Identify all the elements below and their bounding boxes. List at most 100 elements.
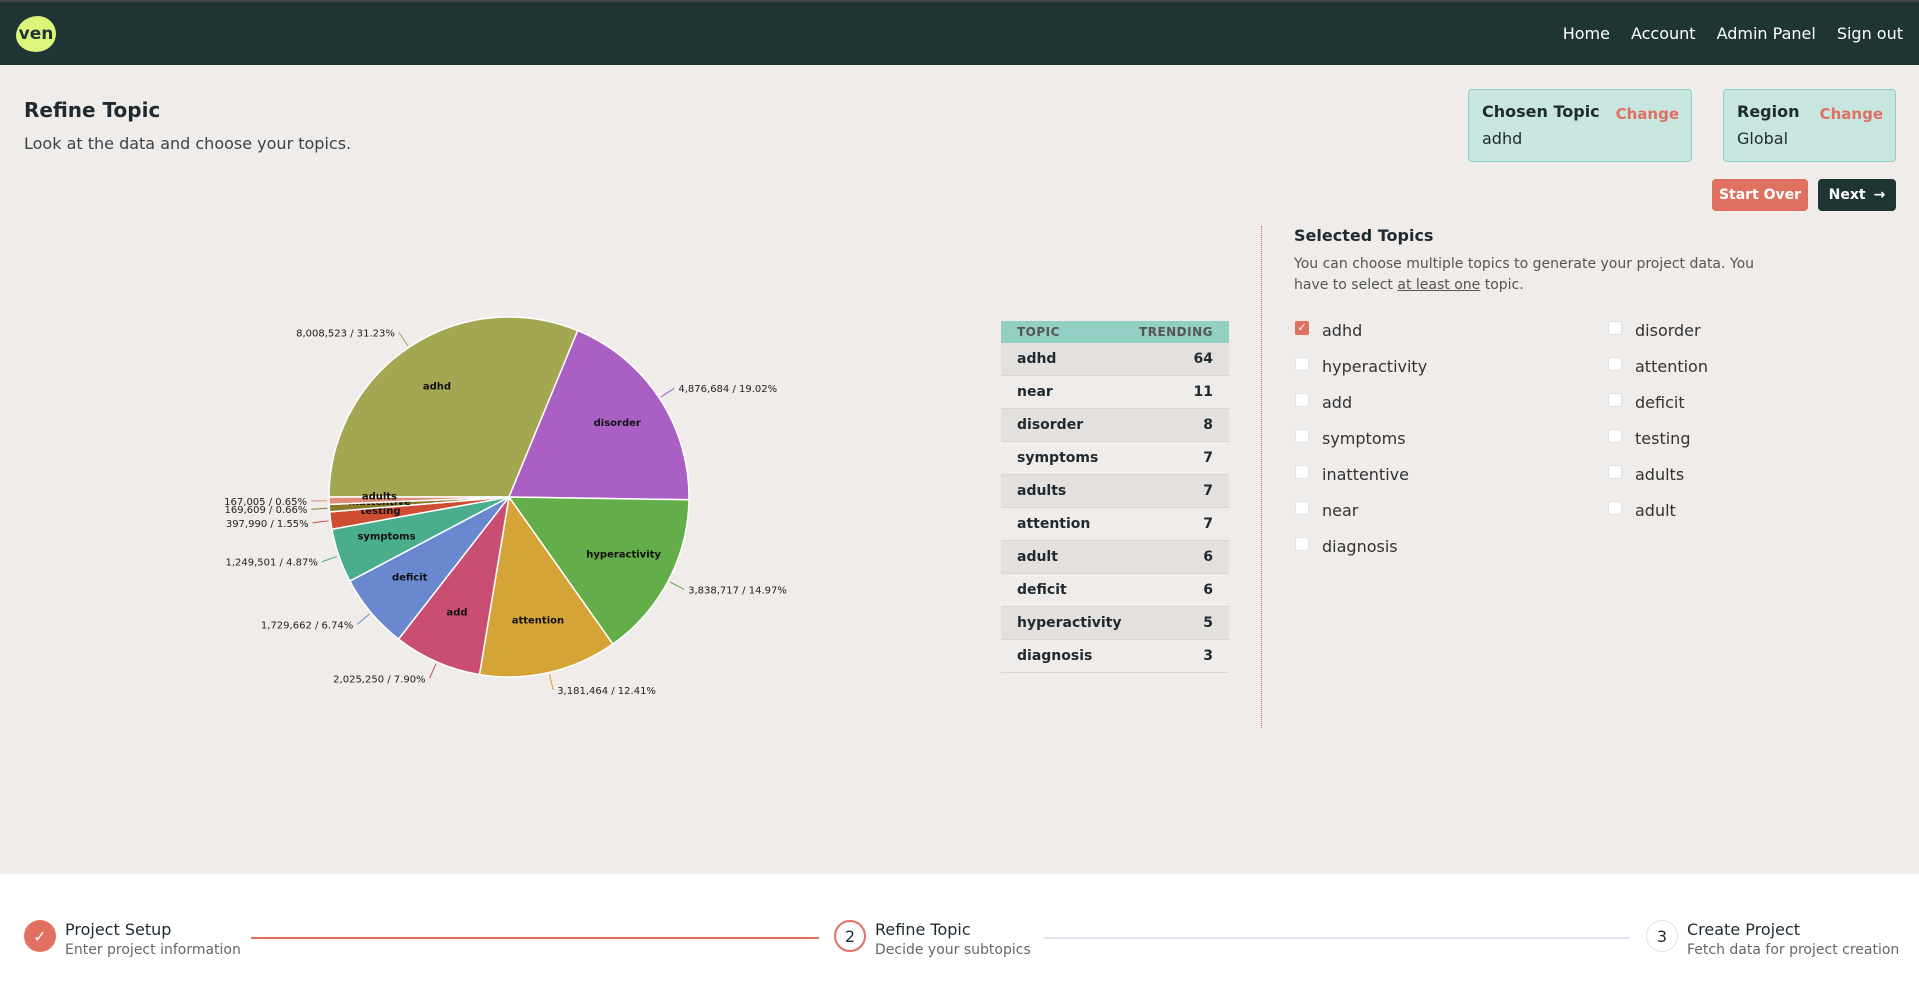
checkbox-icon[interactable] [1608,500,1622,515]
topic-cell: adult [1017,549,1058,565]
leader-line [660,387,675,398]
checkbox-icon[interactable] [1295,428,1309,443]
topic-checkbox-hyperactivity[interactable]: hyperactivity [1295,356,1428,376]
next-button[interactable]: Next → [1818,179,1896,211]
trending-cell: 64 [1193,351,1213,367]
trending-cell: 7 [1203,450,1213,466]
slice-label: add [446,608,467,619]
nav-admin-panel[interactable]: Admin Panel [1717,24,1816,43]
checkbox-label: inattentive [1322,465,1409,484]
table-row: deficit 6 [1001,574,1229,607]
trending-cell: 8 [1203,417,1213,433]
checkbox-label: testing [1635,429,1691,448]
topic-cell: disorder [1017,417,1084,433]
slice-label: adults [362,492,397,503]
topic-checkbox-attention[interactable]: attention [1608,356,1708,376]
checkbox-icon[interactable] [1295,500,1309,515]
start-over-button[interactable]: Start Over [1712,179,1808,211]
topic-checkbox-deficit[interactable]: deficit [1608,392,1685,412]
checkbox-label: deficit [1635,393,1685,412]
trending-cell: 3 [1203,648,1213,664]
trending-cell: 11 [1193,384,1213,400]
topic-checkbox-add[interactable]: add [1295,392,1352,412]
checkbox-icon[interactable]: ✓ [1295,320,1309,335]
slice-value-label: 8,008,523 / 31.23% [296,328,395,339]
slice-value-label: 3,181,464 / 12.41% [557,686,656,697]
checkbox-label: adult [1635,501,1676,520]
topic-checkbox-testing[interactable]: testing [1608,428,1691,448]
checkbox-icon[interactable] [1295,464,1309,479]
topic-checkbox-disorder[interactable]: disorder [1608,320,1701,340]
checkbox-label: disorder [1635,321,1701,340]
checkbox-icon[interactable] [1608,356,1622,371]
table-row: diagnosis 3 [1001,640,1229,673]
slice-label: disorder [594,418,641,429]
chosen-topic-value: adhd [1482,129,1523,148]
step-title: Project Setup [65,920,172,939]
nav-links: Home Account Admin Panel Sign out [1563,24,1903,43]
checkbox-label: hyperactivity [1322,357,1428,376]
next-label: Next [1828,187,1866,203]
topic-cell: deficit [1017,582,1067,598]
step-create-project[interactable]: 3 Create Project Fetch data for project c… [1646,920,1899,958]
selected-topics-description: You can choose multiple topics to genera… [1294,254,1764,296]
leader-line [356,613,370,625]
slice-label: hyperactivity [586,550,661,561]
page-title: Refine Topic [24,98,161,122]
at-least-one-link[interactable]: at least one [1397,277,1480,293]
checkbox-icon[interactable] [1608,428,1622,443]
trending-cell: 7 [1203,483,1213,499]
checkbox-icon[interactable] [1295,356,1309,371]
checkbox-icon[interactable] [1608,392,1622,407]
slice-value-label: 1,729,662 / 6.74% [261,620,353,631]
topic-checkbox-symptoms[interactable]: symptoms [1295,428,1406,448]
step-desc: Fetch data for project creation [1687,942,1900,958]
step-desc: Decide your subtopics [875,942,1031,958]
slice-value-label: 1,249,501 / 4.87% [225,558,317,569]
desc-end: topic. [1480,277,1524,293]
top-nav-bar: ven Home Account Admin Panel Sign out [0,0,1919,65]
checkbox-label: adhd [1322,321,1363,340]
nav-sign-out[interactable]: Sign out [1837,24,1903,43]
trending-table: TOPIC TRENDING adhd 64 near 11 disorder 8 symp… [1001,321,1229,673]
checkbox-icon[interactable] [1608,464,1622,479]
trending-cell: 6 [1203,549,1213,565]
step-refine-topic[interactable]: 2 Refine Topic Decide your subtopics [834,920,1031,958]
topic-checkbox-adult[interactable]: adult [1608,500,1676,520]
topic-checkbox-adhd[interactable]: ✓ adhd [1295,320,1363,340]
table-row: symptoms 7 [1001,442,1229,475]
slice-value-label: 167,005 / 0.65% [224,497,307,508]
topic-checkbox-inattentive[interactable]: inattentive [1295,464,1409,484]
table-row: adhd 64 [1001,343,1229,376]
leader-line [312,520,329,524]
change-topic-link[interactable]: Change [1616,105,1679,123]
topic-cell: adults [1017,483,1067,499]
nav-home[interactable]: Home [1563,24,1610,43]
step-project-setup[interactable]: ✓ Project Setup Enter project information [24,920,241,958]
step-number: 3 [1646,920,1678,952]
step-title: Create Project [1687,920,1800,939]
step-title: Refine Topic [875,920,971,939]
topic-cell: near [1017,384,1053,400]
change-region-link[interactable]: Change [1820,105,1883,123]
slice-label: symptoms [357,531,415,542]
leader-line [549,674,554,691]
nav-account[interactable]: Account [1631,24,1696,43]
stepper-footer: ✓ Project Setup Enter project information… [0,874,1919,995]
checkbox-icon[interactable] [1608,320,1622,335]
slice-value-label: 3,838,717 / 14.97% [688,585,787,596]
checkbox-icon[interactable] [1295,392,1309,407]
topic-checkbox-diagnosis[interactable]: diagnosis [1295,536,1398,556]
checkbox-label: adults [1635,465,1685,484]
checkbox-icon[interactable] [1295,536,1309,551]
check-icon: ✓ [24,920,56,952]
slice-label: adhd [423,381,451,392]
topic-checkbox-adults[interactable]: adults [1608,464,1685,484]
slice-value-label: 4,876,684 / 19.02% [678,384,777,395]
trending-cell: 7 [1203,516,1213,532]
topic-checkbox-near[interactable]: near [1295,500,1358,520]
ven-logo[interactable]: ven [16,16,56,52]
arrow-right-icon: → [1873,187,1886,203]
slice-label: deficit [392,572,428,583]
chosen-topic-card: Chosen Topic Change adhd [1468,89,1692,162]
